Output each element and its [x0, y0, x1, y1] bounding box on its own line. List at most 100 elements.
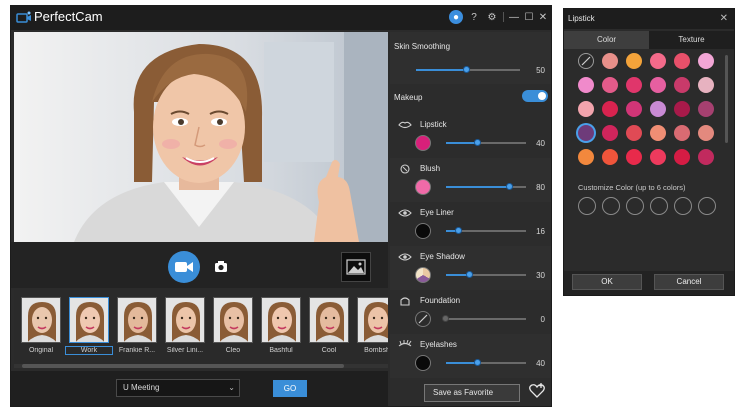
lipstick-color-swatch[interactable]	[698, 125, 714, 141]
slider-track[interactable]	[470, 274, 526, 276]
lipstick-color-swatch[interactable]	[602, 101, 618, 117]
ok-button[interactable]: OK	[572, 274, 642, 290]
lipstick-color-swatch[interactable]	[650, 101, 666, 117]
slider-knob[interactable]	[442, 315, 449, 322]
lipstick-color-swatch[interactable]	[626, 101, 642, 117]
help-icon[interactable]: ?	[467, 10, 481, 24]
no-color-icon[interactable]	[578, 53, 594, 69]
makeup-item-label: Eyelashes	[420, 340, 457, 349]
color-swatch[interactable]	[415, 223, 431, 239]
lipstick-color-swatch[interactable]	[650, 149, 666, 165]
slider-knob[interactable]	[474, 139, 481, 146]
preset-item[interactable]: Cool	[306, 297, 352, 354]
close-icon[interactable]: ✕	[720, 13, 728, 24]
lipstick-color-swatch[interactable]	[578, 101, 594, 117]
slider-knob[interactable]	[455, 227, 462, 234]
photo-camera-icon[interactable]	[214, 259, 228, 273]
color-swatch[interactable]	[415, 355, 431, 371]
custom-color-slot[interactable]	[626, 197, 644, 215]
presets-scrollbar[interactable]	[14, 364, 388, 368]
custom-color-slot[interactable]	[698, 197, 716, 215]
skin-smoothing-slider-track[interactable]	[468, 69, 520, 71]
lipstick-color-swatch[interactable]	[626, 125, 642, 141]
preset-item[interactable]: Cleo	[210, 297, 256, 354]
slider-knob[interactable]	[466, 271, 473, 278]
slider-track[interactable]	[459, 230, 526, 232]
slider-fill[interactable]	[446, 186, 510, 188]
preset-item[interactable]: Bashful	[258, 297, 304, 354]
tab-texture[interactable]: Texture	[649, 31, 734, 49]
lipstick-color-swatch[interactable]	[650, 125, 666, 141]
skin-smoothing-slider-knob[interactable]	[463, 66, 470, 73]
go-button[interactable]: GO	[273, 380, 307, 397]
snapshot-gallery-button[interactable]	[341, 252, 371, 282]
cancel-button[interactable]: Cancel	[654, 274, 724, 290]
slider-knob[interactable]	[506, 183, 513, 190]
presets-scrollbar-thumb[interactable]	[22, 364, 344, 368]
makeup-item-label: Blush	[420, 164, 441, 173]
lipstick-color-swatch[interactable]	[698, 53, 714, 69]
settings-icon[interactable]: ⚙	[485, 10, 499, 24]
preset-item[interactable]: Original	[18, 297, 64, 354]
preset-item[interactable]: Silver Lini...	[162, 297, 208, 354]
preset-item[interactable]: Bombsh	[354, 297, 388, 354]
lipstick-color-swatch[interactable]	[674, 101, 690, 117]
lipstick-color-swatch[interactable]	[650, 77, 666, 93]
foundation-icon	[400, 297, 410, 306]
preset-thumbnail	[117, 297, 157, 343]
color-swatch[interactable]	[415, 179, 431, 195]
lipstick-color-swatch[interactable]	[602, 53, 618, 69]
lipstick-color-swatch[interactable]	[698, 101, 714, 117]
custom-color-slot[interactable]	[650, 197, 668, 215]
video-mode-button[interactable]	[168, 251, 200, 283]
camera-feed-image	[14, 32, 388, 242]
lipstick-color-swatch[interactable]	[674, 53, 690, 69]
makeup-item-row	[390, 158, 551, 202]
lipstick-color-swatch[interactable]	[602, 125, 618, 141]
lipstick-color-swatch[interactable]	[626, 53, 642, 69]
image-icon	[346, 259, 366, 275]
lipstick-color-swatch[interactable]	[578, 77, 594, 93]
lipstick-color-swatch[interactable]	[602, 77, 618, 93]
custom-color-slot[interactable]	[602, 197, 620, 215]
preset-item[interactable]: Work	[65, 297, 113, 355]
maximize-icon[interactable]: ☐	[522, 10, 536, 24]
lipstick-color-swatch[interactable]	[698, 149, 714, 165]
lipstick-color-swatch[interactable]	[674, 125, 690, 141]
custom-color-slot[interactable]	[578, 197, 596, 215]
close-icon[interactable]: ✕	[536, 10, 550, 24]
preset-label: Bashful	[269, 347, 293, 354]
heart-plus-icon[interactable]	[528, 382, 546, 400]
preset-item[interactable]: Frankie R...	[114, 297, 160, 354]
slider-track[interactable]	[446, 318, 526, 320]
makeup-label: Makeup	[394, 93, 423, 102]
skin-smoothing-slider-fill[interactable]	[416, 69, 468, 71]
slider-track[interactable]	[478, 142, 526, 144]
notifications-icon[interactable]: ●	[449, 10, 463, 24]
lipstick-color-swatch[interactable]	[674, 77, 690, 93]
eyeshadow-palette-swatch[interactable]	[415, 267, 431, 283]
lipstick-color-swatch[interactable]	[626, 149, 642, 165]
makeup-item-row	[390, 334, 551, 378]
lipstick-color-swatch[interactable]	[650, 53, 666, 69]
custom-color-slot[interactable]	[674, 197, 692, 215]
lipstick-color-swatch[interactable]	[626, 77, 642, 93]
scene-select[interactable]: U Meeting ⌄	[116, 379, 240, 397]
lipstick-color-swatch[interactable]	[698, 77, 714, 93]
makeup-toggle[interactable]	[522, 90, 548, 102]
lipstick-color-swatch[interactable]	[578, 149, 594, 165]
swatch-scrollbar[interactable]	[725, 55, 728, 143]
color-swatch[interactable]	[415, 135, 431, 151]
lipstick-color-swatch[interactable]	[674, 149, 690, 165]
preset-label: Frankie R...	[118, 347, 156, 354]
makeup-item-value: 40	[536, 359, 545, 368]
tab-color[interactable]: Color	[564, 31, 649, 49]
slider-track[interactable]	[478, 362, 526, 364]
slider-knob[interactable]	[474, 359, 481, 366]
save-as-favorite-button[interactable]: Save as Favorite	[424, 384, 520, 402]
lipstick-color-swatch[interactable]	[602, 149, 618, 165]
lipstick-color-swatch[interactable]	[578, 125, 594, 141]
minimize-icon[interactable]: —	[507, 10, 521, 24]
no-color-swatch[interactable]	[415, 311, 431, 327]
dialog-title: Lipstick	[568, 14, 595, 23]
